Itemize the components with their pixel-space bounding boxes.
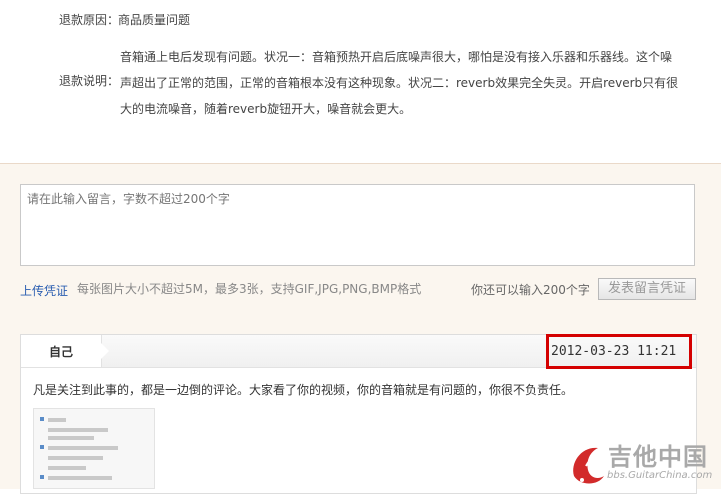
upload-evidence-link[interactable]: 上传凭证	[20, 282, 68, 299]
refund-info-panel: 退款原因： 商品质量问题 退款说明： 音箱通上电后发现有问题。状况一：音箱预热开…	[0, 0, 721, 164]
refund-reason-label: 退款原因：	[59, 13, 120, 27]
upload-hint: 每张图片大小不超过5M，最多3张，支持GIF,JPG,PNG,BMP格式	[77, 282, 422, 296]
comment-text: 凡是关注到此事的，都是一边倒的评论。大家看了你的视频，你的音箱就是有问题的，你很…	[33, 383, 574, 397]
refund-reason-value: 商品质量问题	[118, 13, 191, 27]
comment-author: 自己	[49, 345, 74, 359]
author-tab: 自己	[21, 335, 109, 367]
comment-timestamp: 2012-03-23 11:21	[551, 344, 677, 359]
message-input[interactable]	[20, 184, 695, 266]
refund-description-text: 音箱通上电后发现有问题。状况一：音箱预热开启后底噪声很大，哪怕是没有接入乐器和乐…	[120, 50, 679, 116]
watermark-title: 吉他中国	[608, 443, 708, 471]
refund-description-label: 退款说明：	[59, 74, 120, 88]
submit-message-button[interactable]: 发表留言凭证	[598, 278, 696, 300]
remaining-chars: 你还可以输入200个字	[471, 283, 590, 297]
watermark-site: bbs.GuitarChina.com	[607, 470, 713, 481]
attachment-thumbnail[interactable]	[33, 408, 155, 489]
